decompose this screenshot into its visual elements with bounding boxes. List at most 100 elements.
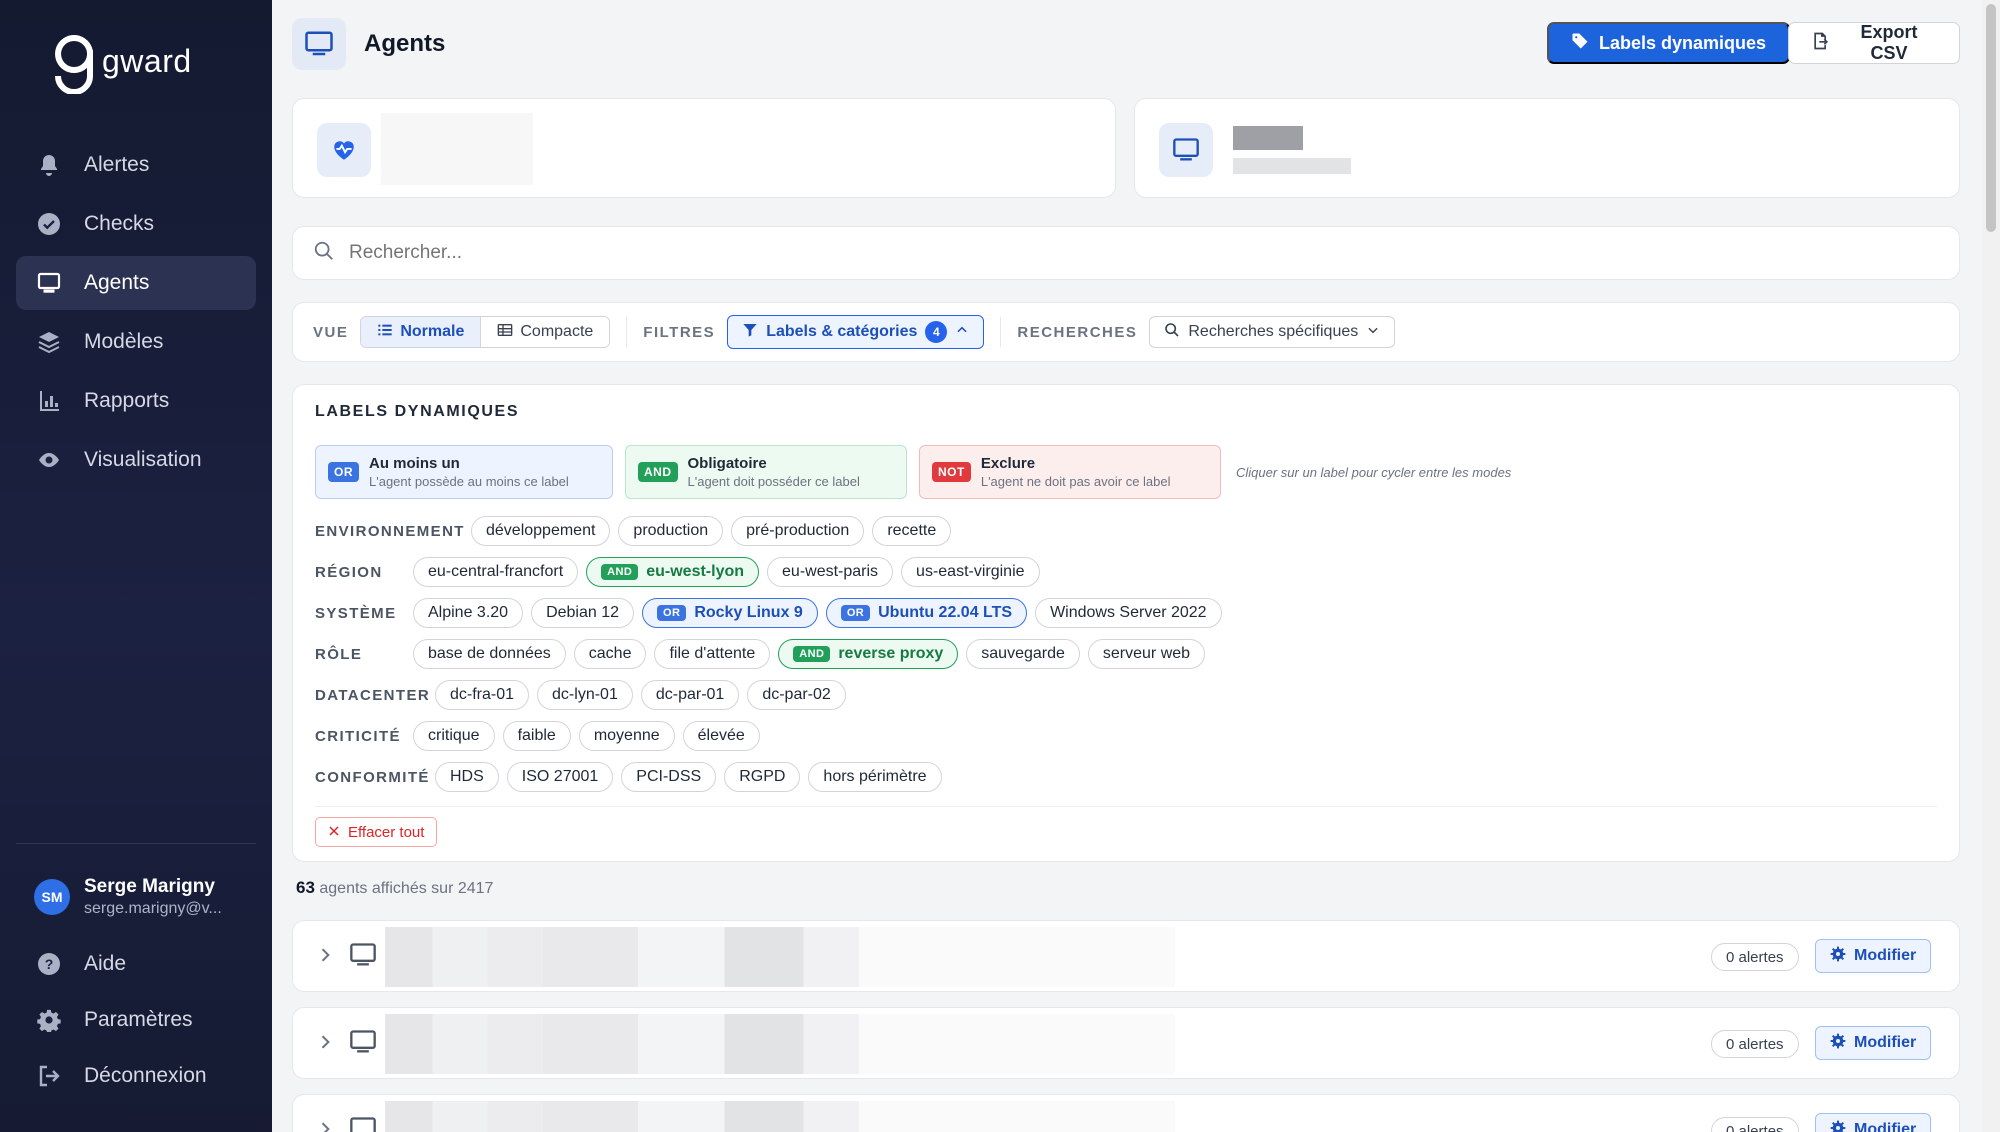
mode-description: L'agent doit posséder ce label	[687, 474, 860, 489]
label-chip[interactable]: faible	[502, 721, 571, 751]
label-chip[interactable]: ISO 27001	[506, 762, 614, 792]
agent-row[interactable]: 0 alertes Modifier	[292, 1094, 1960, 1132]
toolbar-divider	[1000, 317, 1002, 347]
label-chip-and[interactable]: AND reverse proxy	[778, 639, 959, 669]
label-chip[interactable]: us-east-virginie	[901, 557, 1040, 587]
label-chip[interactable]: élevée	[682, 721, 760, 751]
logo[interactable]: gward	[52, 34, 192, 94]
and-tag: AND	[601, 564, 639, 580]
view-normal-button[interactable]: Normale	[361, 317, 482, 347]
loading-placeholder	[1233, 126, 1303, 150]
label-chip[interactable]: Debian 12	[531, 598, 635, 628]
scrollbar-thumb[interactable]	[1986, 4, 1996, 232]
page-scrollbar[interactable]	[1982, 0, 2000, 1132]
sidebar-item-label: Alertes	[84, 153, 150, 176]
gear-icon	[36, 1007, 62, 1033]
loading-placeholder	[381, 113, 533, 185]
modify-label: Modifier	[1854, 1034, 1917, 1051]
category-label: ENVIRONNEMENT	[315, 522, 465, 540]
chevron-right-icon[interactable]	[315, 945, 335, 965]
modify-button[interactable]: Modifier	[1815, 1026, 1932, 1060]
sidebar-item-checks[interactable]: Checks	[16, 197, 256, 251]
label-chip[interactable]: critique	[413, 721, 495, 751]
search-input[interactable]	[349, 242, 1849, 264]
view-label: VUE	[313, 323, 349, 341]
sidebar-item-label: Paramètres	[84, 1008, 193, 1031]
label-chip[interactable]: cache	[573, 639, 647, 669]
user-email: serge.marigny@v...	[84, 900, 222, 917]
filters-label: FILTRES	[643, 323, 716, 341]
label-chip[interactable]: Alpine 3.20	[413, 598, 524, 628]
redacted-agent-info	[385, 1014, 1175, 1074]
sidebar-item-alertes[interactable]: Alertes	[16, 138, 256, 192]
label-chip[interactable]: pré-production	[731, 516, 865, 546]
monitor-icon	[36, 270, 62, 296]
modify-button[interactable]: Modifier	[1815, 1113, 1932, 1132]
chevron-right-icon[interactable]	[315, 1032, 335, 1052]
category-datacenter: DATACENTER dc-fra-01 dc-lyn-01 dc-par-01…	[315, 680, 846, 710]
label-chip[interactable]: dc-par-02	[747, 680, 846, 710]
redacted-agent-info	[385, 927, 1175, 987]
label-chip[interactable]: hors périmètre	[808, 762, 942, 792]
labels-dynamiques-button[interactable]: Labels dynamiques	[1547, 22, 1791, 64]
label-chip-or[interactable]: OR Ubuntu 22.04 LTS	[825, 598, 1028, 628]
label-chip[interactable]: file d'attente	[654, 639, 771, 669]
sidebar-item-label: Déconnexion	[84, 1064, 207, 1087]
health-stat-card	[292, 98, 1116, 198]
label-chip[interactable]: dc-lyn-01	[537, 680, 633, 710]
panel-divider	[315, 806, 1937, 807]
sidebar-item-label: Agents	[84, 271, 150, 294]
view-normal-label: Normale	[400, 323, 465, 340]
sidebar-item-rapports[interactable]: Rapports	[16, 374, 256, 428]
clear-all-button[interactable]: Effacer tout	[315, 817, 438, 847]
chevron-up-icon	[955, 323, 969, 342]
label-chip[interactable]: sauvegarde	[966, 639, 1080, 669]
label-chip[interactable]: eu-central-francfort	[413, 557, 579, 587]
agent-row[interactable]: 0 alertes Modifier	[292, 1007, 1960, 1079]
label-chip[interactable]: HDS	[435, 762, 499, 792]
export-csv-button[interactable]: Export CSV	[1788, 22, 1960, 64]
label-chip[interactable]: moyenne	[578, 721, 675, 751]
label-chip[interactable]: dc-par-01	[640, 680, 740, 710]
chevron-down-icon	[1366, 323, 1380, 342]
label-chip[interactable]: RGPD	[724, 762, 801, 792]
label-chip-or[interactable]: OR Rocky Linux 9	[642, 598, 818, 628]
sidebar-item-agents[interactable]: Agents	[16, 256, 256, 310]
agents-stat-card	[1134, 98, 1960, 198]
label-chip[interactable]: production	[618, 516, 724, 546]
label-chip[interactable]: serveur web	[1087, 639, 1206, 669]
sidebar-item-modeles[interactable]: Modèles	[16, 315, 256, 369]
sidebar-item-aide[interactable]: ? Aide	[16, 938, 256, 990]
chevron-right-icon[interactable]	[315, 1119, 335, 1132]
results-shown: 63	[296, 878, 315, 897]
sidebar-item-visualisation[interactable]: Visualisation	[16, 433, 256, 487]
page-header: Agents Labels dynamiques Export CSV	[292, 18, 1960, 70]
user-profile[interactable]: SM Serge Marigny serge.marigny@v...	[34, 876, 222, 918]
label-chip[interactable]: développement	[471, 516, 611, 546]
label-chip[interactable]: dc-fra-01	[435, 680, 530, 710]
sidebar-item-parametres[interactable]: Paramètres	[16, 994, 256, 1046]
agent-row[interactable]: 0 alertes Modifier	[292, 920, 1960, 992]
category-label: DATACENTER	[315, 686, 431, 704]
label-chip[interactable]: Windows Server 2022	[1035, 598, 1222, 628]
label-chip[interactable]: eu-west-paris	[767, 557, 894, 587]
search-icon	[313, 240, 335, 267]
view-compact-button[interactable]: Compacte	[481, 317, 610, 347]
label-chip[interactable]: recette	[872, 516, 952, 546]
export-csv-label: Export CSV	[1860, 22, 1918, 63]
label-chip-and[interactable]: AND eu-west-lyon	[586, 557, 760, 587]
mode-legend-or: OR Au moins un L'agent possède au moins …	[315, 445, 613, 499]
filter-icon	[742, 322, 758, 343]
label-chip-text: eu-west-lyon	[646, 563, 745, 580]
monitor-icon	[349, 1028, 379, 1058]
file-export-icon	[1811, 31, 1831, 56]
label-chip[interactable]: PCI-DSS	[621, 762, 717, 792]
modify-button[interactable]: Modifier	[1815, 939, 1932, 973]
category-label: SYSTÈME	[315, 604, 397, 622]
labels-categories-filter-button[interactable]: Labels & catégories 4	[727, 315, 985, 349]
alerts-count-badge: 0 alertes	[1711, 1117, 1799, 1132]
check-circle-icon	[36, 211, 62, 237]
sidebar-item-deconnexion[interactable]: Déconnexion	[16, 1050, 256, 1102]
label-chip[interactable]: base de données	[413, 639, 566, 669]
specific-searches-dropdown[interactable]: Recherches spécifiques	[1149, 316, 1396, 348]
